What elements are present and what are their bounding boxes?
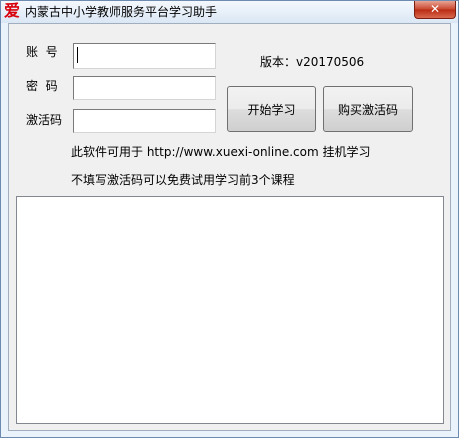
title-bar[interactable]: 爱 内蒙古中小学教师服务平台学习助手 ✕ (1, 1, 458, 23)
client-area: 账 号 密 码 激活码 版本：v20170506 开始学习 购买激活码 此软件可… (8, 23, 451, 431)
account-field[interactable] (73, 43, 216, 69)
password-input[interactable] (73, 76, 216, 100)
activation-code-input[interactable] (73, 109, 216, 133)
app-window: 爱 内蒙古中小学教师服务平台学习助手 ✕ 账 号 密 码 激活码 版本：v201… (0, 0, 459, 438)
close-icon: ✕ (429, 2, 441, 16)
account-input[interactable] (74, 44, 215, 68)
log-output-area[interactable] (16, 196, 444, 424)
buy-activation-code-button[interactable]: 购买激活码 (323, 86, 413, 132)
close-button[interactable]: ✕ (414, 1, 456, 19)
account-label: 账 号 (26, 45, 58, 59)
password-label: 密 码 (26, 79, 58, 93)
info-url-text: 此软件可用于 http://www.xuexi-online.com 挂机学习 (71, 145, 371, 159)
app-logo-icon: 爱 (3, 1, 20, 20)
text-caret (77, 47, 78, 63)
start-learning-button[interactable]: 开始学习 (227, 86, 316, 132)
version-text: 版本：v20170506 (260, 55, 365, 69)
activation-code-label: 激活码 (26, 113, 63, 127)
info-trial-text: 不填写激活码可以免费试用学习前3个课程 (71, 173, 295, 187)
window-title: 内蒙古中小学教师服务平台学习助手 (25, 5, 218, 19)
